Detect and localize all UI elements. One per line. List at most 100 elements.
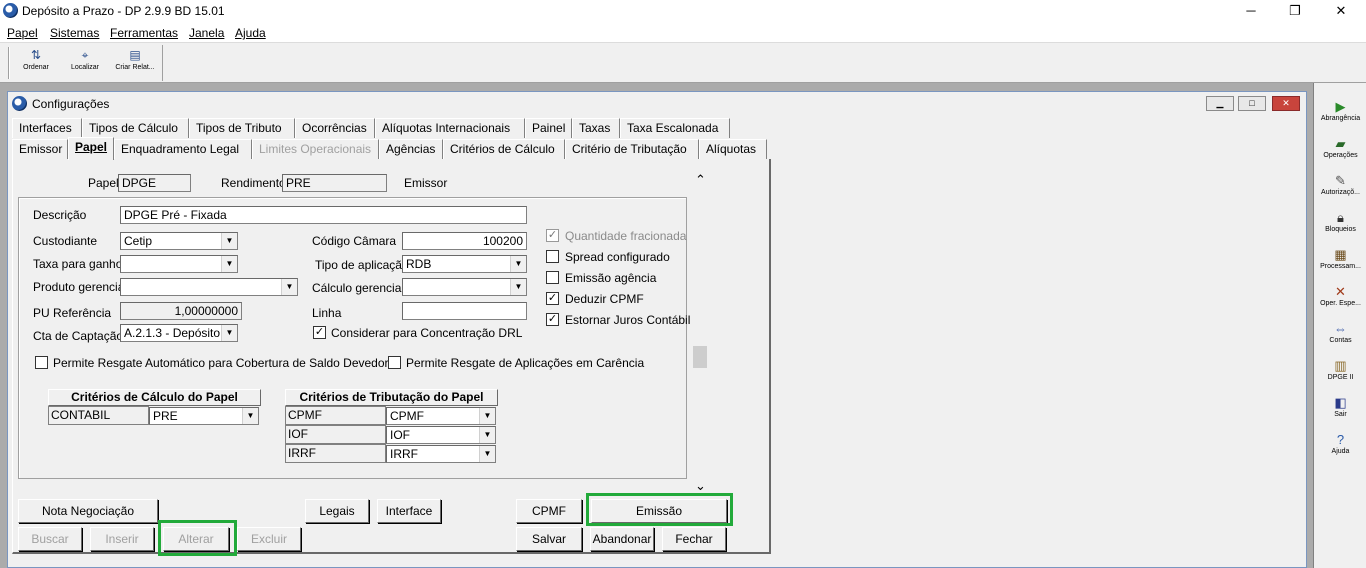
papel-field: DPGE bbox=[118, 174, 191, 192]
tab-painel[interactable]: Painel bbox=[525, 118, 572, 138]
window-minimize-button[interactable]: ▁ bbox=[1206, 96, 1234, 111]
resgate-automatico-checkbox[interactable] bbox=[35, 356, 48, 369]
restore-button[interactable]: ❐ bbox=[1272, 0, 1318, 23]
sidebar-label: Abrangência bbox=[1320, 115, 1361, 122]
calculo-gerencial-select[interactable]: ▼ bbox=[402, 278, 527, 296]
scroll-thumb[interactable] bbox=[693, 346, 707, 368]
emissao-agencia-checkbox[interactable] bbox=[546, 271, 559, 284]
sidebar-sair[interactable]: ◧ Sair bbox=[1314, 395, 1366, 418]
find-button[interactable]: ⌖ Localizar bbox=[60, 45, 110, 81]
tab-tipos-de-tributo[interactable]: Tipos de Tributo bbox=[189, 118, 295, 138]
trib-table-row-select[interactable]: CPMF ▼ bbox=[386, 407, 496, 425]
legais-button[interactable]: Legais bbox=[305, 499, 369, 523]
trib-table-row-select[interactable]: IRRF ▼ bbox=[386, 445, 496, 463]
linha-label: Linha bbox=[312, 306, 342, 320]
descricao-input[interactable]: DPGE Pré - Fixada bbox=[120, 206, 527, 224]
sidebar-ajuda[interactable]: ? Ajuda bbox=[1314, 432, 1366, 455]
tab-tipos-de-calculo[interactable]: Tipos de Cálculo bbox=[82, 118, 189, 138]
trib-table-row-select[interactable]: IOF ▼ bbox=[386, 426, 496, 444]
sidebar-operacoes[interactable]: ▰ Operações bbox=[1314, 136, 1366, 159]
chevron-down-icon[interactable]: ▼ bbox=[281, 279, 297, 295]
considerar-drl-label: Considerar para Concentração DRL bbox=[331, 326, 523, 340]
chevron-down-icon[interactable]: ▼ bbox=[221, 233, 237, 249]
chevron-down-icon[interactable]: ▼ bbox=[479, 446, 495, 462]
cta-captacao-select[interactable]: A.2.1.3 - Depósito a ▼ bbox=[120, 324, 238, 342]
trib-table-row-value: CPMF bbox=[390, 409, 424, 423]
app-logo-icon bbox=[3, 3, 18, 18]
tipo-aplicacao-select[interactable]: RDB ▼ bbox=[402, 255, 527, 273]
configuracoes-window: Configurações ▁ □ ✕ Interfaces Tipos de … bbox=[7, 91, 1307, 568]
menu-papel[interactable]: Papel bbox=[7, 26, 38, 40]
spread-configurado-checkbox[interactable] bbox=[546, 250, 559, 263]
toolbar-grip bbox=[8, 47, 10, 79]
tab-interfaces[interactable]: Interfaces bbox=[12, 118, 82, 138]
chevron-down-icon[interactable]: ▼ bbox=[221, 256, 237, 272]
linha-input[interactable] bbox=[402, 302, 527, 320]
trib-table-row-key: IRRF bbox=[285, 444, 386, 463]
sidebar-processamento[interactable]: ▦ Processam... bbox=[1314, 247, 1366, 270]
menu-sistemas[interactable]: Sistemas bbox=[50, 26, 99, 40]
estornar-juros-checkbox[interactable]: ✓ bbox=[546, 313, 559, 326]
nota-negociacao-button[interactable]: Nota Negociação bbox=[18, 499, 158, 523]
interface-button[interactable]: Interface bbox=[377, 499, 441, 523]
tab-aliquotas[interactable]: Alíquotas bbox=[699, 139, 767, 159]
tab-ocorrencias[interactable]: Ocorrências bbox=[295, 118, 375, 138]
app-title: Depósito a Prazo - DP 2.9.9 BD 15.01 bbox=[22, 4, 225, 18]
tab-criterios-de-calculo[interactable]: Critérios de Cálculo bbox=[443, 139, 565, 159]
window-maximize-button[interactable]: □ bbox=[1238, 96, 1266, 111]
taxa-ganho-select[interactable]: ▼ bbox=[120, 255, 238, 273]
codigo-camara-input[interactable]: 100200 bbox=[402, 232, 527, 250]
tab-aliquotas-internacionais[interactable]: Alíquotas Internacionais bbox=[375, 118, 525, 138]
tab-taxa-escalonada[interactable]: Taxa Escalonada bbox=[620, 118, 730, 138]
menu-ferramentas[interactable]: Ferramentas bbox=[110, 26, 178, 40]
chevron-down-icon[interactable]: ▼ bbox=[242, 408, 258, 424]
toolbar-separator bbox=[162, 45, 163, 81]
window-close-button[interactable]: ✕ bbox=[1272, 96, 1300, 111]
chevron-down-icon[interactable]: ▼ bbox=[479, 427, 495, 443]
tab-criterio-de-tributacao[interactable]: Critério de Tributação bbox=[565, 139, 699, 159]
chevron-down-icon[interactable]: ▼ bbox=[510, 279, 526, 295]
chevron-down-icon[interactable]: ▼ bbox=[510, 256, 526, 272]
find-icon: ⌖ bbox=[81, 48, 89, 62]
sidebar-abrangencia[interactable]: ▶ Abrangência bbox=[1314, 99, 1366, 122]
descricao-label: Descrição bbox=[33, 208, 87, 222]
window-title-bar: Configurações ▁ □ ✕ bbox=[8, 92, 1306, 116]
custodiante-select[interactable]: Cetip ▼ bbox=[120, 232, 238, 250]
sidebar-autorizacoes[interactable]: ✎ Autorizaçõ... bbox=[1314, 173, 1366, 196]
sort-az-icon: ⇅ bbox=[30, 48, 42, 62]
calc-table-row-select[interactable]: PRE ▼ bbox=[149, 407, 259, 425]
sort-button[interactable]: ⇅ Ordenar bbox=[11, 45, 61, 81]
chevron-down-icon[interactable]: ▼ bbox=[479, 408, 495, 424]
tab-emissor[interactable]: Emissor bbox=[12, 139, 68, 159]
considerar-drl-checkbox[interactable]: ✓ bbox=[313, 326, 326, 339]
cta-captacao-value: A.2.1.3 - Depósito a bbox=[124, 326, 231, 340]
sidebar-bloqueios[interactable]: 🔒︎ Bloqueios bbox=[1314, 210, 1366, 233]
tab-papel[interactable]: Papel bbox=[68, 137, 114, 160]
abandonar-button[interactable]: Abandonar bbox=[590, 527, 654, 551]
sidebar-dpge-ii[interactable]: ▥ DPGE II bbox=[1314, 358, 1366, 381]
tab-taxas[interactable]: Taxas bbox=[572, 118, 620, 138]
fechar-button[interactable]: Fechar bbox=[662, 527, 726, 551]
close-button[interactable]: ✕ bbox=[1318, 0, 1364, 23]
sidebar-contas[interactable]: ⇔ Contas bbox=[1314, 321, 1366, 344]
cta-captacao-label: Cta de Captação bbox=[33, 329, 124, 343]
cpmf-button[interactable]: CPMF bbox=[516, 499, 582, 523]
produto-gerencial-select[interactable]: ▼ bbox=[120, 278, 298, 296]
resgate-carencia-checkbox[interactable] bbox=[388, 356, 401, 369]
salvar-button[interactable]: Salvar bbox=[516, 527, 582, 551]
emissao-highlight bbox=[586, 493, 733, 526]
chevron-down-icon[interactable]: ▼ bbox=[221, 325, 237, 341]
tab-agencias[interactable]: Agências bbox=[379, 139, 443, 159]
tab-enquadramento-legal[interactable]: Enquadramento Legal bbox=[114, 139, 252, 159]
scroll-down-button[interactable]: ⌄ bbox=[695, 478, 706, 494]
minimize-button[interactable]: ─ bbox=[1228, 0, 1274, 23]
create-report-label: Criar Relat... bbox=[115, 64, 155, 71]
scroll-up-button[interactable]: ⌃ bbox=[695, 172, 706, 188]
sidebar-oper-especiais[interactable]: ✕ Oper. Espe... bbox=[1314, 284, 1366, 307]
trib-table-row-value: IOF bbox=[390, 428, 410, 442]
menu-ajuda[interactable]: Ajuda bbox=[235, 26, 266, 40]
create-report-button[interactable]: ▤ Criar Relat... bbox=[110, 45, 160, 81]
vertical-scrollbar[interactable]: ⌃ ⌄ bbox=[690, 168, 712, 498]
menu-janela[interactable]: Janela bbox=[189, 26, 224, 40]
deduzir-cpmf-checkbox[interactable]: ✓ bbox=[546, 292, 559, 305]
